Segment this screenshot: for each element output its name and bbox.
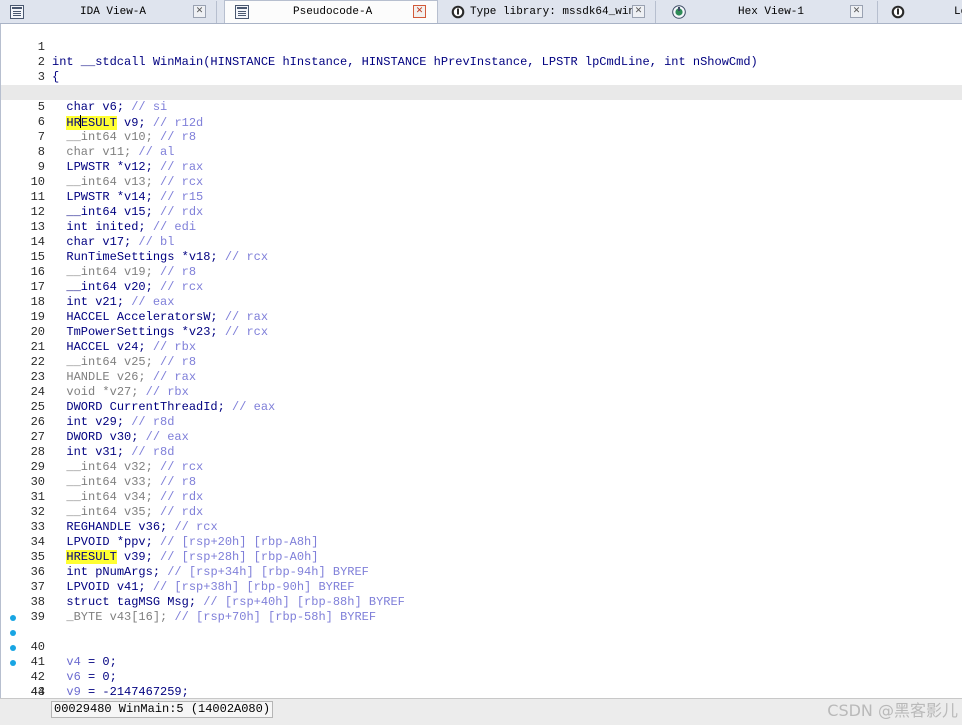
code-line[interactable]: 14 RunTimeSettings *v18; // rcx: [1, 220, 962, 264]
code-line[interactable]: 38 _BYTE v43[16]; // [rsp+70h] [rbp-58h]…: [1, 580, 962, 624]
code-line[interactable]: 11 __int64 v15; // rdx: [1, 175, 962, 219]
code-line[interactable]: 23 void *v27; // rbx: [1, 355, 962, 399]
code-line-current[interactable]: 5 HRESULT v9; // r12d: [1, 85, 962, 130]
code-line[interactable]: 20 HACCEL v24; // rbx: [1, 310, 962, 354]
code-line[interactable]: 27 int v31; // r8d: [1, 415, 962, 459]
code-line[interactable]: 2 {: [1, 40, 962, 84]
tab-hex-view[interactable]: Hex View-1 ✕: [664, 1, 878, 23]
code-line[interactable]: 9 __int64 v13; // rcx: [1, 145, 962, 189]
close-icon[interactable]: ✕: [413, 5, 426, 18]
status-bar: 00029480 WinMain:5 (14002A080): [0, 698, 962, 718]
hex-icon: [672, 5, 686, 19]
code-line[interactable]: 26 DWORD v30; // eax: [1, 400, 962, 444]
code-line[interactable]: 15 __int64 v19; // r8: [1, 235, 962, 279]
code-line[interactable]: 6 __int64 v10; // r8: [1, 100, 962, 144]
code-line[interactable]: 24 DWORD CurrentThreadId; // eax: [1, 370, 962, 414]
pseudocode-view[interactable]: 1 int __stdcall WinMain(HINSTANCE hInsta…: [0, 24, 962, 698]
code-line[interactable]: 42 v9 = -2147467259;: [1, 640, 962, 698]
code-line[interactable]: 44 && !(unsigned __int8)EtwCheckCoverage…: [1, 670, 962, 698]
code-line[interactable]: 7 char v11; // al: [1, 115, 962, 159]
code-line[interactable]: 22 HANDLE v26; // rax: [1, 340, 962, 384]
status-location: 00029480 WinMain:5 (14002A080): [51, 701, 274, 718]
breakpoint-dot-icon[interactable]: [10, 630, 16, 636]
library-icon: [891, 5, 905, 19]
code-line[interactable]: 32 REGHANDLE v36; // rcx: [1, 490, 962, 534]
code-line[interactable]: 13 char v17; // bl: [1, 205, 962, 249]
pseudocode-icon: [235, 5, 249, 19]
code-line[interactable]: 19 TmPowerSettings *v23; // rcx: [1, 295, 962, 339]
code-line[interactable]: 41 v6 = 0;: [1, 625, 962, 684]
code-line[interactable]: 43 if ( (unsigned int)dword_14012E024 < …: [1, 655, 962, 698]
tab-hex-view-label: Hex View-1: [738, 6, 805, 18]
tab-bar: IDA View-A ✕ Pseudocode-A ✕ Type library…: [0, 0, 962, 24]
code-line[interactable]: 29 __int64 v33; // r8: [1, 445, 962, 489]
code-line[interactable]: 17 int v21; // eax: [1, 265, 962, 309]
code-line[interactable]: 39: [1, 595, 962, 624]
code-line[interactable]: 4 char v6; // si: [1, 70, 962, 114]
code-line[interactable]: 30 __int64 v34; // rdx: [1, 460, 962, 504]
close-icon[interactable]: ✕: [632, 5, 645, 18]
code-line[interactable]: 10 LPWSTR *v14; // r15: [1, 160, 962, 204]
bottom-strip: [0, 718, 962, 725]
code-line[interactable]: 1 int __stdcall WinMain(HINSTANCE hInsta…: [1, 25, 962, 69]
tab-ida-view-label: IDA View-A: [80, 6, 147, 18]
code-line[interactable]: 34 HRESULT v39; // [rsp+28h] [rbp-A0h]: [1, 520, 962, 564]
code-line[interactable]: 18 HACCEL AcceleratorsW; // rax: [1, 280, 962, 324]
code-line[interactable]: 40 v4 = 0;: [1, 610, 962, 669]
close-icon[interactable]: ✕: [850, 5, 863, 18]
code-line[interactable]: 21 __int64 v25; // r8: [1, 325, 962, 369]
code-line[interactable]: 16 __int64 v20; // rcx: [1, 250, 962, 294]
tab-type-library-label: Type library: mssdk64_win7: [470, 6, 642, 18]
breakpoint-dot-icon[interactable]: [10, 645, 16, 651]
code-line[interactable]: 12 int inited; // edi: [1, 190, 962, 234]
code-line[interactable]: 31 __int64 v35; // rdx: [1, 475, 962, 519]
code-line[interactable]: 3 char v4; // r13: [1, 55, 962, 99]
code-line[interactable]: 28 __int64 v32; // rcx: [1, 430, 962, 474]
watermark-text: CSDN @黑客影儿: [827, 701, 958, 720]
tab-type-library[interactable]: Type library: mssdk64_win7 ✕: [444, 1, 656, 23]
close-icon[interactable]: ✕: [193, 5, 206, 18]
disassembly-icon: [10, 5, 24, 19]
tab-pseudocode[interactable]: Pseudocode-A ✕: [224, 0, 438, 23]
code-line[interactable]: 33 LPVOID *ppv; // [rsp+20h] [rbp-A8h]: [1, 505, 962, 549]
tab-ida-view[interactable]: IDA View-A ✕: [0, 1, 217, 23]
tab-local-types-label: Lo: [954, 6, 962, 18]
code-line[interactable]: 35 int pNumArgs; // [rsp+34h] [rbp-94h] …: [1, 535, 962, 579]
library-icon: [451, 5, 465, 19]
breakpoint-dot-icon[interactable]: [10, 660, 16, 666]
code-line[interactable]: 8 LPWSTR *v12; // rax: [1, 130, 962, 174]
breakpoint-dot-icon[interactable]: [10, 615, 16, 621]
tab-pseudocode-label: Pseudocode-A: [293, 6, 373, 18]
code-line[interactable]: 37 struct tagMSG Msg; // [rsp+40h] [rbp-…: [1, 565, 962, 609]
code-line[interactable]: {: [1, 685, 962, 698]
code-line[interactable]: 36 LPVOID v41; // [rsp+38h] [rbp-90h] BY…: [1, 550, 962, 594]
code-line[interactable]: 25 int v29; // r8d: [1, 385, 962, 429]
tab-local-types[interactable]: Lo: [884, 1, 962, 23]
